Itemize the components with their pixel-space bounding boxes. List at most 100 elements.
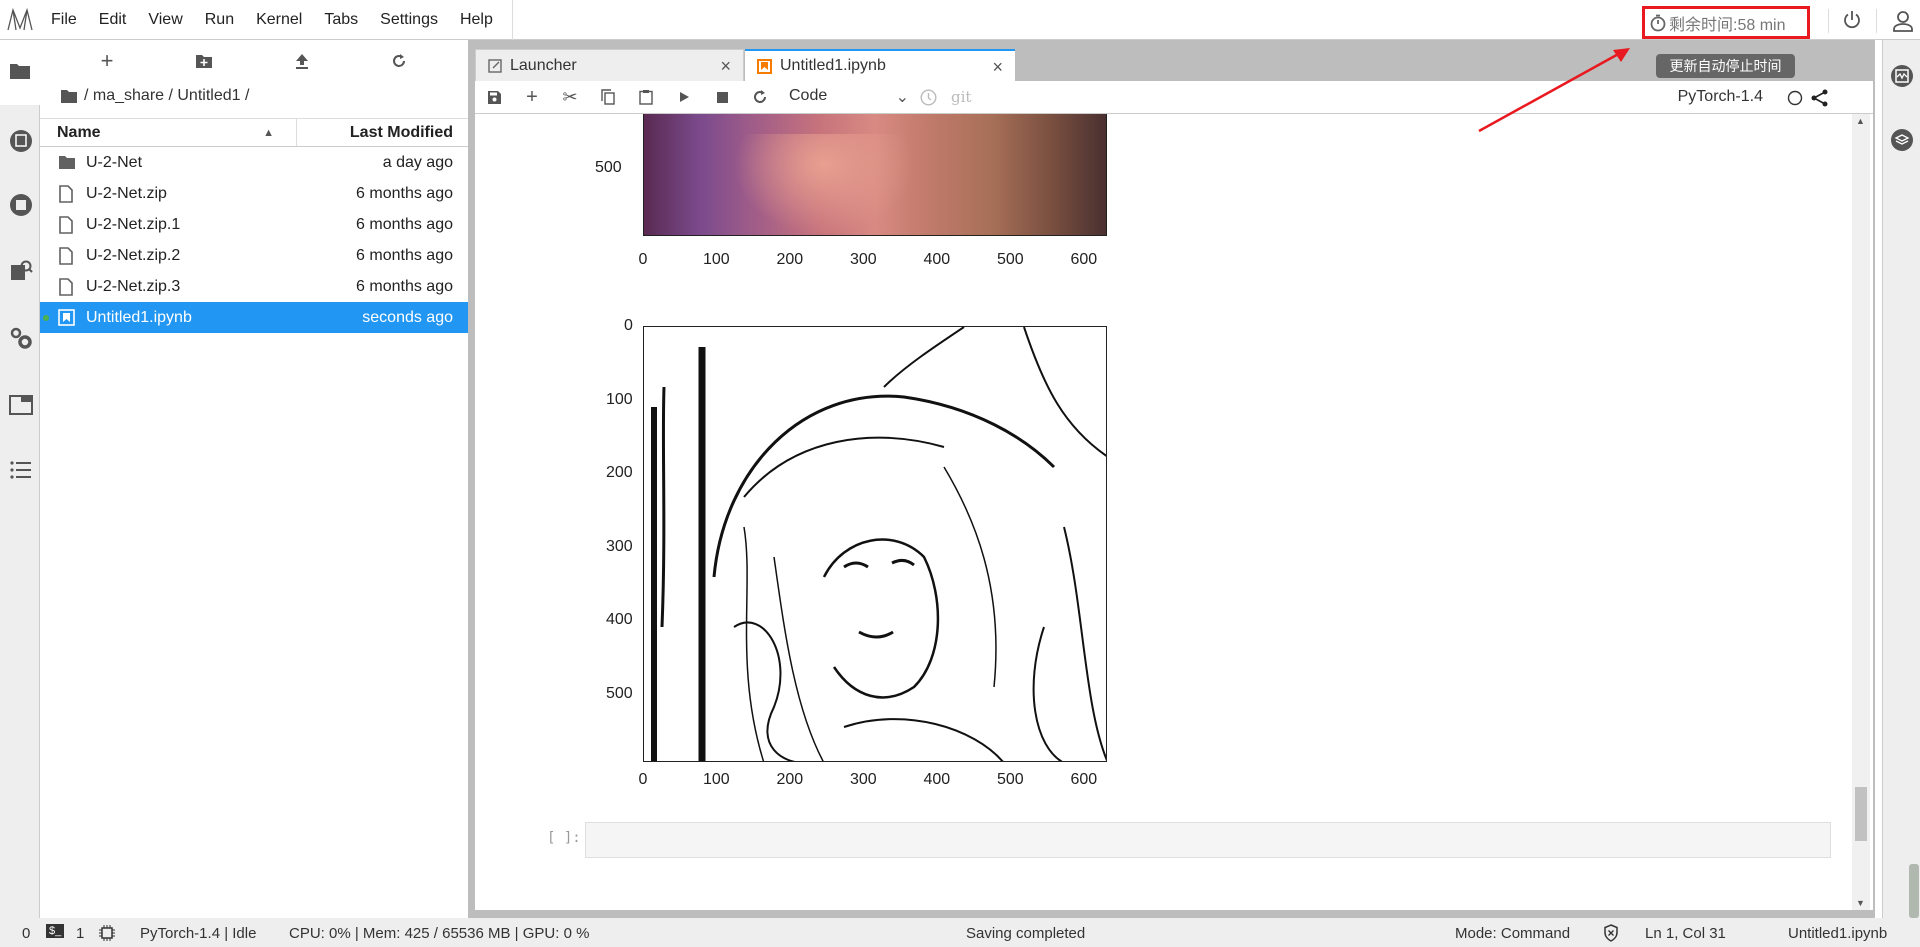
column-name[interactable]: Name ▲ <box>40 119 297 146</box>
tab-untitled1[interactable]: Untitled1.ipynb × <box>745 49 1015 81</box>
extension-icon[interactable] <box>9 129 33 153</box>
file-icon <box>59 247 73 265</box>
code-cell-input[interactable] <box>585 822 1831 858</box>
copy-icon <box>601 89 615 105</box>
kernel-status[interactable]: PyTorch-1.4 | Idle <box>140 925 256 942</box>
history-button[interactable] <box>909 88 947 106</box>
file-browser-toolbar: + <box>40 40 468 82</box>
plot2-y-tick: 400 <box>606 611 633 628</box>
tabs-icon[interactable] <box>9 394 33 416</box>
plot2-x-tick: 300 <box>850 771 877 788</box>
menu-help[interactable]: Help <box>449 11 504 29</box>
stopwatch-icon <box>1650 14 1666 31</box>
table-of-contents-icon[interactable] <box>9 460 33 480</box>
sidebar-scroll-handle[interactable] <box>1909 864 1919 918</box>
running-indicator <box>43 315 49 321</box>
insert-cell-button[interactable]: + <box>513 86 551 109</box>
plot1-x-tick: 600 <box>1070 251 1098 268</box>
menu-view[interactable]: View <box>137 11 193 29</box>
home-folder-icon[interactable] <box>60 89 78 104</box>
file-row[interactable]: U-2-Net.zip.2 6 months ago <box>40 240 468 271</box>
copy-button[interactable] <box>589 89 627 105</box>
plot2-y-tick: 200 <box>606 464 633 481</box>
plot1-x-tick: 0 <box>638 251 648 268</box>
file-row[interactable]: U-2-Net.zip.1 6 months ago <box>40 209 468 240</box>
stop-icon <box>716 91 728 103</box>
upload-icon[interactable] <box>294 53 310 69</box>
interrupt-button[interactable] <box>703 91 741 103</box>
sketch-image <box>651 327 1106 761</box>
launcher-icon <box>488 58 502 73</box>
plot2-x-tick: 0 <box>638 771 648 788</box>
file-row[interactable]: U-2-Net a day ago <box>40 147 468 178</box>
plot2-y-tick: 500 <box>606 684 633 702</box>
plot2-x-tick: 100 <box>703 771 730 788</box>
kernel-name[interactable]: PyTorch-1.4 <box>1678 88 1763 106</box>
cpu-chip-icon <box>99 925 115 941</box>
save-button[interactable] <box>475 90 513 105</box>
paste-button[interactable] <box>627 89 665 105</box>
cursor-position[interactable]: Ln 1, Col 31 <box>1645 925 1726 942</box>
plot2-x-tick: 500 <box>997 771 1024 788</box>
output-image-1 <box>643 114 1107 236</box>
cell-prompt: [ ]: <box>547 830 581 846</box>
file-icon <box>59 278 73 296</box>
folder-icon <box>59 156 75 169</box>
close-icon[interactable]: × <box>992 57 1003 78</box>
annotation-arrow-icon <box>1478 48 1630 133</box>
git-button[interactable]: git <box>951 88 971 106</box>
plot2-x-tick: 600 <box>1070 771 1098 788</box>
restart-button[interactable] <box>741 89 779 105</box>
new-folder-icon[interactable] <box>195 54 213 69</box>
column-last-modified[interactable]: Last Modified <box>297 124 468 142</box>
file-list-header: Name ▲ Last Modified <box>40 118 468 147</box>
menu-settings[interactable]: Settings <box>369 11 449 29</box>
file-browser: + / ma_share / Untitled1 / Name ▲ Last Mo… <box>40 40 468 918</box>
notebook-scrollbar[interactable]: ▲ ▼ <box>1852 114 1870 910</box>
plot2-y-tick: 0 <box>624 317 633 334</box>
running-sessions-icon[interactable] <box>9 193 33 217</box>
kernel-count[interactable]: 1 <box>76 925 84 942</box>
new-launcher-button[interactable]: + <box>101 48 114 74</box>
resource-monitor-icon[interactable] <box>1890 64 1914 88</box>
plot1-x-tick: 100 <box>703 251 730 268</box>
scrollbar-thumb[interactable] <box>1855 787 1867 841</box>
plot2-x-tick: 200 <box>776 771 804 788</box>
main-menu: File Edit View Run Kernel Tabs Settings … <box>40 0 513 40</box>
menu-edit[interactable]: Edit <box>88 11 138 29</box>
menu-tabs[interactable]: Tabs <box>313 11 369 29</box>
tab-launcher[interactable]: Launcher × <box>475 49 744 81</box>
plot1-x-tick: 400 <box>923 251 951 268</box>
file-row[interactable]: U-2-Net.zip.3 6 months ago <box>40 271 468 302</box>
property-inspector-icon[interactable] <box>9 259 33 283</box>
terminal-count[interactable]: 0 <box>22 925 30 942</box>
sort-ascending-icon: ▲ <box>263 126 274 139</box>
user-button[interactable] <box>1876 9 1915 33</box>
terminal-icon: $_ <box>46 924 65 938</box>
cut-button[interactable]: ✂ <box>551 87 589 108</box>
settings-gears-icon[interactable] <box>9 326 33 350</box>
refresh-icon[interactable] <box>391 53 407 69</box>
file-row-selected[interactable]: Untitled1.ipynb seconds ago <box>40 302 468 333</box>
scroll-down-icon[interactable]: ▼ <box>1856 898 1865 908</box>
panel-splitter[interactable] <box>468 40 475 918</box>
shutdown-button[interactable] <box>1828 9 1863 33</box>
share-icon[interactable] <box>1811 89 1829 107</box>
layers-icon[interactable] <box>1890 128 1914 152</box>
refresh-icon <box>754 90 766 103</box>
file-row[interactable]: U-2-Net.zip 6 months ago <box>40 178 468 209</box>
menu-file[interactable]: File <box>40 11 88 29</box>
scroll-up-icon[interactable]: ▲ <box>1856 116 1865 126</box>
menu-run[interactable]: Run <box>194 11 245 29</box>
cell-type-select[interactable]: Code ⌄ <box>789 87 909 107</box>
file-list: U-2-Net a day ago U-2-Net.zip 6 months ago… <box>40 147 468 333</box>
breadcrumb: / ma_share / Untitled1 / <box>60 87 249 105</box>
close-icon[interactable]: × <box>720 56 731 77</box>
remaining-time-button[interactable]: 剩余时间:58 min <box>1642 6 1810 39</box>
trust-shield-icon[interactable] <box>1603 924 1619 942</box>
folder-icon[interactable] <box>9 62 31 80</box>
menu-kernel[interactable]: Kernel <box>245 11 313 29</box>
resource-usage: CPU: 0% | Mem: 425 / 65536 MB | GPU: 0 % <box>289 925 590 942</box>
breadcrumb-path[interactable]: / ma_share / Untitled1 / <box>84 87 249 105</box>
run-button[interactable] <box>665 91 703 103</box>
